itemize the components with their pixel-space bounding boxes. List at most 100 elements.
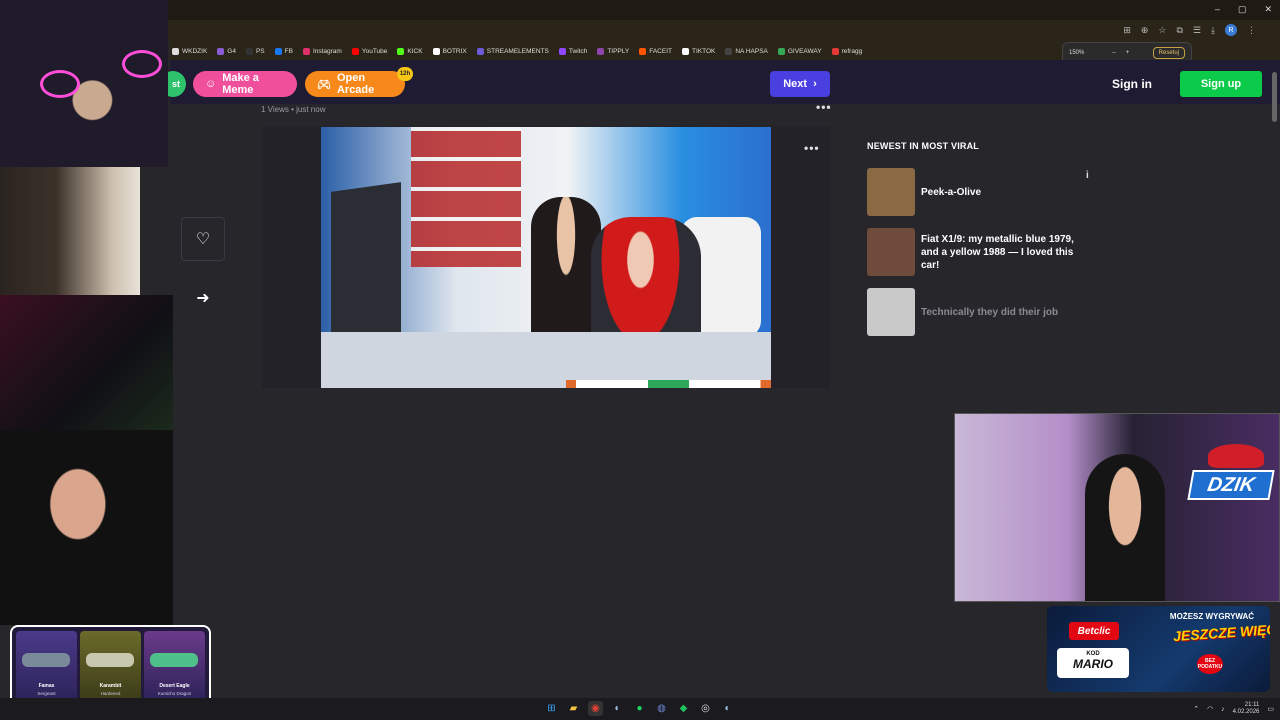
scrollbar-thumb[interactable]: [1272, 72, 1277, 122]
bookmark-label: FB: [284, 47, 293, 55]
gamepad-icon: 🎮︎: [317, 78, 331, 91]
arcade-badge: 12h: [397, 67, 413, 81]
minimize-button[interactable]: –: [1215, 4, 1220, 15]
maximize-button[interactable]: ▢: [1238, 4, 1247, 15]
newest-section-title: NEWEST IN MOST VIRAL: [867, 141, 979, 151]
bookmark-label: Twitch: [568, 47, 588, 55]
bookmark-favicon-icon: [245, 47, 253, 55]
star-icon[interactable]: ☆: [1158, 25, 1166, 36]
skin-card: Famas Sergeant: [16, 631, 77, 703]
zoom-reset-button[interactable]: Resetuj: [1152, 47, 1185, 59]
open-arcade-button[interactable]: 🎮︎ Open Arcade: [305, 71, 405, 97]
translate-icon[interactable]: ⊞: [1123, 25, 1131, 36]
next-button[interactable]: Next ›: [770, 71, 830, 97]
bookmark-label: TIKTOK: [692, 47, 716, 55]
post-meta: 1 Views • just now: [261, 105, 326, 114]
profile-avatar[interactable]: R: [1225, 24, 1237, 36]
bookmark-item[interactable]: BOTRIX: [432, 47, 467, 55]
green-app-icon[interactable]: ◆: [676, 701, 691, 716]
neon-bull-icon: [122, 50, 162, 78]
windows-start-icon[interactable]: ⊞: [544, 701, 559, 716]
list-item-title: Fiat X1/9: my metallic blue 1979, and a …: [921, 233, 1074, 271]
chrome-icon[interactable]: ◉: [588, 701, 603, 716]
menu-icon[interactable]: ⋮: [1247, 25, 1256, 36]
skin-card: Desert Eagle Kumicho Dragon: [144, 631, 205, 703]
skin-card: Karambit Hardened: [80, 631, 141, 703]
discord-icon[interactable]: ◍: [654, 701, 669, 716]
next-label: Next: [783, 78, 808, 90]
weapon-icon: [22, 653, 70, 667]
bookmark-favicon-icon: [831, 47, 839, 55]
list-item[interactable]: Fiat X1/9: my metallic blue 1979, and a …: [867, 228, 1092, 276]
bookmark-item[interactable]: GIVEAWAY: [777, 47, 822, 55]
volume-icon[interactable]: ♪: [1221, 706, 1225, 713]
taskbar: ⊞ ▰ ◉ ◐ ● ◍ ◆ ◎ ◐ ⌃ ◠ ♪ 21:11 4.02.2026 …: [0, 698, 1280, 720]
bookmark-item[interactable]: Twitch: [558, 47, 588, 55]
bookmark-item[interactable]: TIKTOK: [682, 47, 716, 55]
bookmark-item[interactable]: TIPPLY: [597, 47, 629, 55]
sign-up-button[interactable]: Sign up: [1180, 71, 1262, 97]
browser-tab-strip: – ▢ ✕: [0, 0, 1280, 20]
neon-bull-icon: [40, 70, 80, 98]
zoom-in-button[interactable]: +: [1126, 50, 1130, 56]
video-progress-bar[interactable]: [566, 380, 771, 388]
zoom-icon[interactable]: ⊕: [1141, 25, 1149, 36]
clock[interactable]: 21:11 4.02.2026: [1233, 702, 1260, 716]
bookmark-item[interactable]: YouTube: [351, 47, 388, 55]
spotify-icon[interactable]: ●: [632, 701, 647, 716]
post-more-button[interactable]: •••: [816, 100, 832, 114]
list-item[interactable]: Peek-a-Olive: [867, 168, 1092, 216]
skin-name: Kumicho Dragon: [157, 691, 192, 696]
bookmark-item[interactable]: Instagram: [302, 47, 342, 55]
post-video[interactable]: [321, 127, 771, 388]
tab-search-icon[interactable]: ☰: [1193, 25, 1201, 36]
list-item[interactable]: Technically they did their job: [867, 288, 1092, 336]
bookmark-label: YouTube: [361, 47, 388, 55]
weapon-icon: [150, 653, 198, 667]
obs-icon[interactable]: ◎: [698, 701, 713, 716]
make-meme-button[interactable]: ☺ Make a Meme: [193, 71, 297, 97]
list-item-title: Technically they did their job: [921, 306, 1059, 318]
skin-name: Hardened: [100, 691, 121, 696]
wifi-icon[interactable]: ◠: [1207, 705, 1213, 713]
bookmark-item[interactable]: STREAMELEMENTS: [476, 47, 549, 55]
bookmark-favicon-icon: [351, 47, 359, 55]
browser-toolbar: ⊞ ⊕ ☆ ⧉ ☰ ⤓ R ⋮: [0, 20, 1280, 42]
share-button[interactable]: ➜: [181, 276, 225, 320]
view-count: 1 Views: [261, 105, 289, 114]
bookmark-favicon-icon: [639, 47, 647, 55]
bookmark-favicon-icon: [432, 47, 440, 55]
bookmark-favicon-icon: [172, 47, 179, 55]
open-arcade-label: Open Arcade: [336, 72, 375, 96]
notification-icon[interactable]: ▭: [1267, 705, 1274, 713]
streamer-face: [1085, 454, 1165, 601]
bookmark-item[interactable]: G4: [217, 47, 236, 55]
bookmark-item[interactable]: KICK: [397, 47, 423, 55]
sign-in-link[interactable]: Sign in: [1112, 77, 1152, 91]
extensions-icon[interactable]: ⧉: [1177, 25, 1183, 36]
video-more-button[interactable]: •••: [804, 141, 820, 155]
steam-alt-icon[interactable]: ◐: [720, 701, 735, 716]
close-button[interactable]: ✕: [1264, 4, 1272, 15]
bookmark-item[interactable]: refragg: [831, 47, 862, 55]
tray-chevron-icon[interactable]: ⌃: [1193, 705, 1199, 713]
bookmark-item[interactable]: PS: [245, 47, 265, 55]
zoom-out-button[interactable]: –: [1112, 50, 1115, 56]
case-opening-cards: Famas Sergeant Karambit Hardened Desert …: [10, 625, 211, 709]
bookmark-item[interactable]: FB: [274, 47, 293, 55]
upvote-heart-button[interactable]: ♡: [181, 217, 225, 261]
bookmark-item[interactable]: WKDZIK: [172, 47, 207, 55]
heart-icon: ♡: [195, 231, 211, 248]
bookmark-favicon-icon: [725, 47, 733, 55]
bookmark-favicon-icon: [302, 47, 310, 55]
download-icon[interactable]: ⤓: [1211, 25, 1215, 36]
file-explorer-icon[interactable]: ▰: [566, 701, 581, 716]
betclic-logo: Betclic: [1069, 622, 1119, 640]
bookmark-item[interactable]: NA HAPSA: [725, 47, 768, 55]
skin-name: Sergeant: [37, 691, 56, 696]
ad-headline: MOŻESZ WYGRYWAĆ: [1169, 612, 1255, 621]
bookmark-favicon-icon: [476, 47, 484, 55]
steam-icon[interactable]: ◐: [610, 701, 625, 716]
bookmark-item[interactable]: FACEIT: [639, 47, 672, 55]
webcam-overlay-1: [0, 0, 168, 167]
